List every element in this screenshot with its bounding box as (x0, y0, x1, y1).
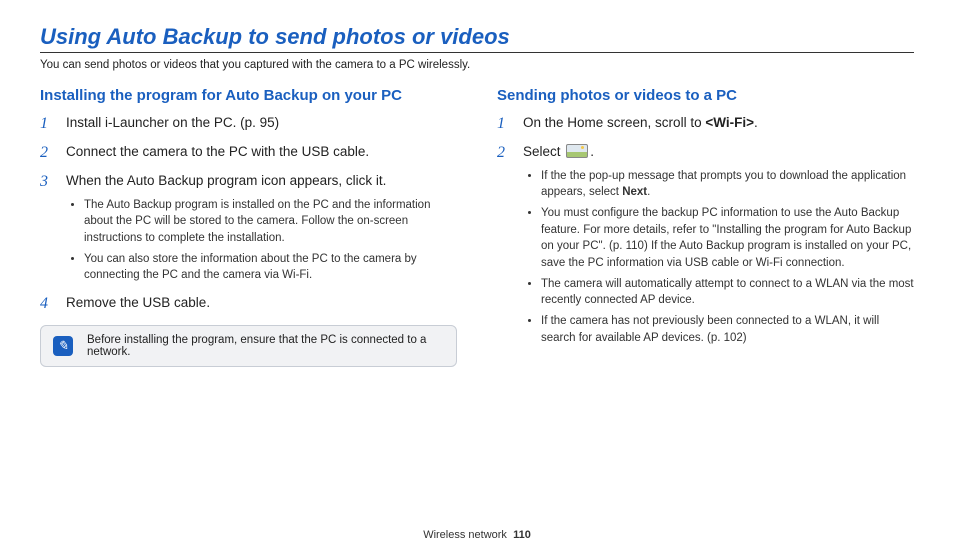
step-3: When the Auto Backup program icon appear… (40, 172, 457, 284)
note-icon: ✎ (53, 336, 73, 356)
step-r1-pre: On the Home screen, scroll to (523, 115, 705, 130)
step-4: Remove the USB cable. (40, 294, 457, 313)
step-r1-post: . (754, 115, 758, 130)
step-r2-sub-4: If the camera has not previously been co… (541, 313, 914, 346)
step-r2-sub-3: The camera will automatically attempt to… (541, 276, 914, 309)
right-column: Sending photos or videos to a PC On the … (497, 87, 914, 367)
footer-page-number: 110 (513, 529, 531, 541)
section-heading-sending: Sending photos or videos to a PC (497, 87, 914, 104)
left-column: Installing the program for Auto Backup o… (40, 87, 457, 367)
title-rule (40, 52, 914, 53)
step-3-sub-1: The Auto Backup program is installed on … (84, 197, 457, 247)
step-r1: On the Home screen, scroll to <Wi-Fi>. (497, 114, 914, 133)
step-2: Connect the camera to the PC with the US… (40, 143, 457, 162)
step-r2-post: . (590, 144, 594, 159)
step-r2-pre: Select (523, 144, 564, 159)
intro-text: You can send photos or videos that you c… (40, 59, 914, 71)
footer-section: Wireless network (423, 529, 507, 541)
note-text: Before installing the program, ensure th… (87, 334, 444, 358)
step-r1-bold: <Wi-Fi> (705, 115, 754, 130)
section-heading-installing: Installing the program for Auto Backup o… (40, 87, 457, 104)
note-box: ✎ Before installing the program, ensure … (40, 325, 457, 367)
page-title: Using Auto Backup to send photos or vide… (40, 24, 914, 50)
photo-icon (566, 144, 588, 158)
step-r2: Select . If the the pop-up message that … (497, 143, 914, 347)
step-3-sub-2: You can also store the information about… (84, 251, 457, 284)
step-r2-sub-1: If the the pop-up message that prompts y… (541, 168, 914, 201)
step-r2-sub-2: You must configure the backup PC informa… (541, 205, 914, 272)
step-1: Install i-Launcher on the PC. (p. 95) (40, 114, 457, 133)
footer: Wireless network 110 (0, 529, 954, 541)
step-3-text: When the Auto Backup program icon appear… (66, 173, 386, 188)
